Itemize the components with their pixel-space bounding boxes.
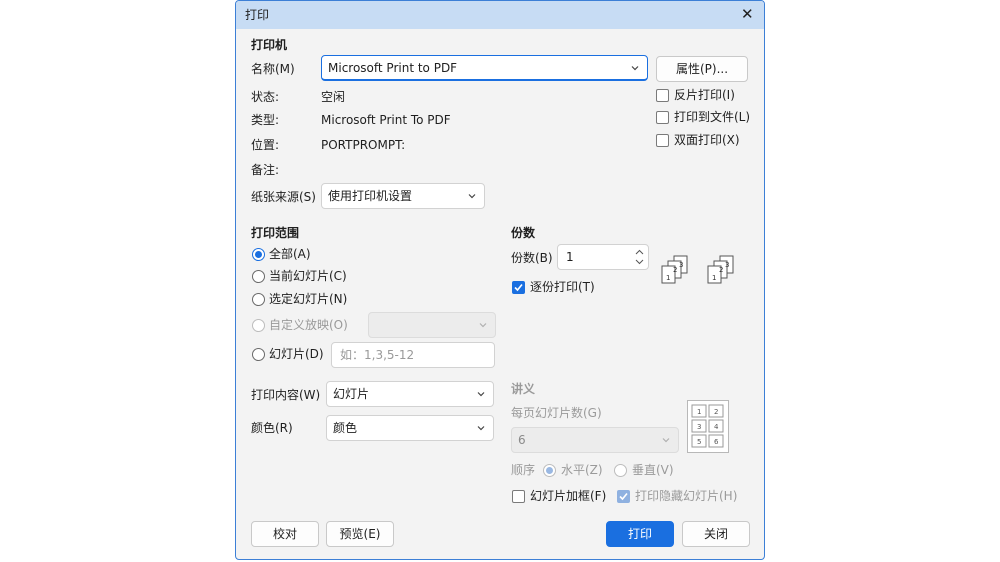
svg-text:3: 3 xyxy=(725,261,729,269)
status-label: 状态: xyxy=(251,90,280,104)
duplex-label: 双面打印(X) xyxy=(674,133,740,147)
location-label: 位置: xyxy=(251,138,280,152)
location-value: PORTPROMPT: xyxy=(321,138,406,152)
printer-name-value: Microsoft Print to PDF xyxy=(328,61,458,75)
handout-grid-icon: 1 2 3 4 5 6 xyxy=(691,404,724,448)
collate-pages-icon-2: 3 2 1 xyxy=(707,255,734,284)
type-value: Microsoft Print To PDF xyxy=(321,113,451,127)
collate-pages-icon: 3 2 1 xyxy=(661,255,688,284)
slides-placeholder: 如：1,3,5-12 xyxy=(340,348,415,362)
print-dialog: 打印 ✕ 打印机 名称(M) Microsoft Print to PDF 属性… xyxy=(235,0,765,560)
type-label: 类型: xyxy=(251,113,280,127)
handout-layout-preview: 1 2 3 4 5 6 xyxy=(687,400,729,453)
color-select[interactable]: 颜色 xyxy=(326,415,494,441)
per-page-select[interactable]: 6 xyxy=(511,427,679,453)
chevron-down-icon xyxy=(662,438,670,443)
range-custom-label: 自定义放映(O) xyxy=(269,318,348,332)
print-what-value: 幻灯片 xyxy=(333,387,370,401)
svg-text:2: 2 xyxy=(719,266,723,274)
check-icon xyxy=(619,492,628,501)
reverse-print-label: 反片打印(I) xyxy=(674,88,735,102)
handout-cell-number: 6 xyxy=(714,438,719,446)
color-value: 颜色 xyxy=(333,421,358,435)
print-button[interactable]: 打印 xyxy=(606,521,674,547)
frame-slides-checkbox[interactable] xyxy=(512,490,525,503)
collate-checkbox[interactable] xyxy=(512,281,525,294)
chevron-down-icon xyxy=(479,323,487,328)
svg-text:1: 1 xyxy=(666,274,670,282)
properties-button[interactable]: 属性(P)... xyxy=(656,56,748,82)
copies-count-input[interactable]: 1 xyxy=(557,244,649,270)
print-hidden-label: 打印隐藏幻灯片(H) xyxy=(635,489,738,503)
title-bar: 打印 ✕ xyxy=(236,1,764,29)
range-all-label: 全部(A) xyxy=(269,247,311,261)
order-horizontal-radio[interactable] xyxy=(543,464,556,477)
chevron-down-icon xyxy=(477,426,485,431)
print-to-file-label: 打印到文件(L) xyxy=(674,110,751,124)
status-value: 空闲 xyxy=(321,90,346,104)
slides-input[interactable]: 如：1,3,5-12 xyxy=(331,342,495,368)
comment-label: 备注: xyxy=(251,163,280,177)
order-horizontal-label: 水平(Z) xyxy=(561,463,603,477)
order-vertical-radio[interactable] xyxy=(614,464,627,477)
close-icon[interactable]: ✕ xyxy=(741,6,754,22)
duplex-checkbox[interactable] xyxy=(656,134,669,147)
handout-cell-number: 3 xyxy=(697,423,701,431)
custom-show-select[interactable] xyxy=(368,312,496,338)
printer-section-title: 打印机 xyxy=(251,38,288,52)
range-selection-radio[interactable] xyxy=(252,293,265,306)
range-section-title: 打印范围 xyxy=(251,226,300,240)
printer-name-select[interactable]: Microsoft Print to PDF xyxy=(321,55,648,81)
chevron-down-icon xyxy=(468,194,476,199)
print-hidden-checkbox[interactable] xyxy=(617,490,630,503)
print-to-file-checkbox[interactable] xyxy=(656,111,669,124)
spinner-arrows-icon[interactable] xyxy=(635,249,644,265)
close-button[interactable]: 关闭 xyxy=(682,521,750,547)
check-icon xyxy=(514,283,523,292)
order-label: 顺序 xyxy=(511,463,536,477)
copies-count-value: 1 xyxy=(566,250,574,264)
copies-section-title: 份数 xyxy=(511,226,536,240)
reverse-print-checkbox[interactable] xyxy=(656,89,669,102)
order-vertical-label: 垂直(V) xyxy=(632,463,674,477)
per-page-label: 每页幻灯片数(G) xyxy=(511,406,602,420)
svg-text:2: 2 xyxy=(673,266,677,274)
copies-count-label: 份数(B) xyxy=(511,251,553,265)
range-current-radio[interactable] xyxy=(252,270,265,283)
range-slides-label: 幻灯片(D) xyxy=(269,347,324,361)
handout-cell-number: 1 xyxy=(697,408,701,416)
print-what-select[interactable]: 幻灯片 xyxy=(326,381,494,407)
handout-cell-number: 2 xyxy=(714,408,718,416)
paper-source-label: 纸张来源(S) xyxy=(251,190,316,204)
range-all-radio[interactable] xyxy=(252,248,265,261)
range-current-label: 当前幻灯片(C) xyxy=(269,269,347,283)
range-selection-label: 选定幻灯片(N) xyxy=(269,292,348,306)
frame-slides-label: 幻灯片加框(F) xyxy=(530,489,607,503)
check-button[interactable]: 校对 xyxy=(251,521,319,547)
range-slides-radio[interactable] xyxy=(252,348,265,361)
chevron-down-icon xyxy=(631,66,639,71)
svg-text:1: 1 xyxy=(712,274,716,282)
chevron-down-icon xyxy=(477,392,485,397)
paper-source-select[interactable]: 使用打印机设置 xyxy=(321,183,485,209)
preview-button[interactable]: 预览(E) xyxy=(326,521,394,547)
print-what-label: 打印内容(W) xyxy=(251,388,321,402)
collate-label: 逐份打印(T) xyxy=(530,280,595,294)
svg-text:3: 3 xyxy=(679,261,683,269)
handout-cell-number: 5 xyxy=(697,438,701,446)
printer-name-label: 名称(M) xyxy=(251,62,295,76)
handouts-section-title: 讲义 xyxy=(511,382,536,396)
color-label: 颜色(R) xyxy=(251,421,293,435)
paper-source-value: 使用打印机设置 xyxy=(328,189,413,203)
dialog-title: 打印 xyxy=(245,8,270,22)
per-page-value: 6 xyxy=(518,433,526,447)
handout-cell-number: 4 xyxy=(714,423,719,431)
range-custom-radio[interactable] xyxy=(252,319,265,332)
